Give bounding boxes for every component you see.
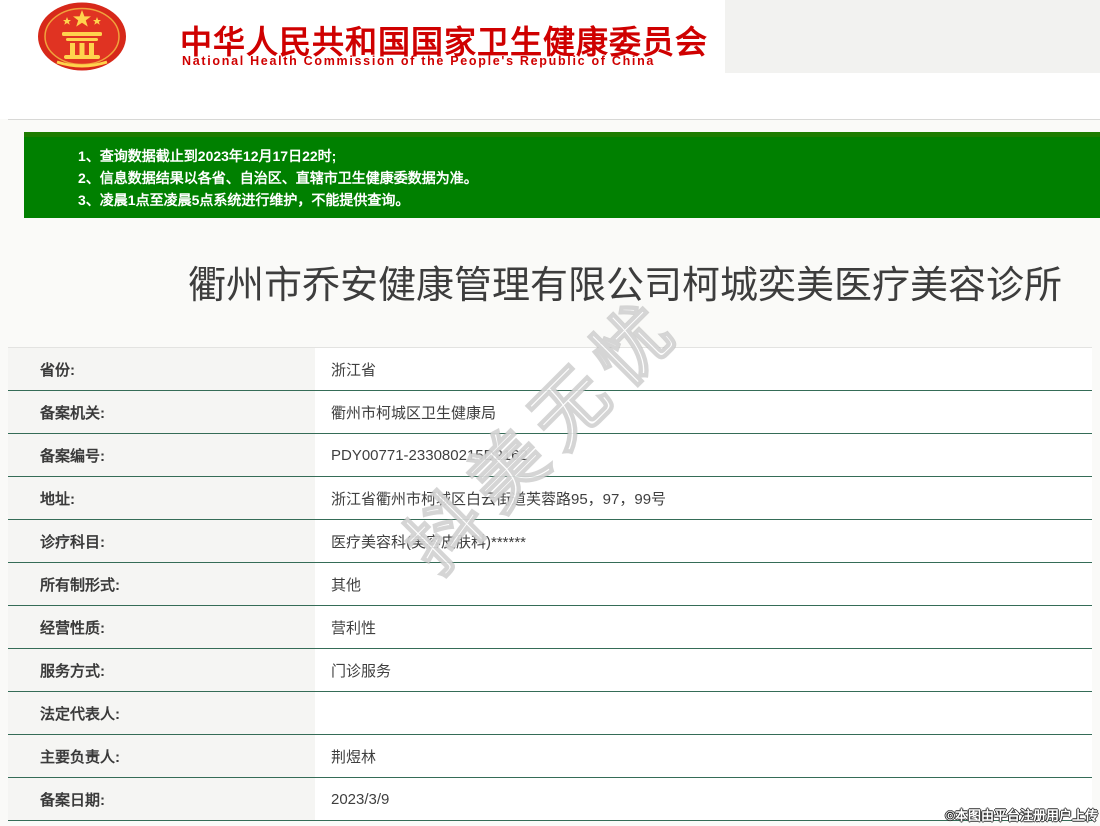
field-label: 省份: [8, 348, 315, 390]
page: 中华人民共和国国家卫生健康委员会 National Health Commiss… [0, 0, 1100, 826]
field-value: 门诊服务 [315, 649, 1092, 691]
field-label: 法定代表人: [8, 692, 315, 734]
table-row: 所有制形式: 其他 [8, 563, 1092, 606]
field-value: 浙江省 [315, 348, 1092, 390]
field-label: 所有制形式: [8, 563, 315, 605]
photo-credit-watermark: ©本图由平台注册用户上传 [945, 808, 1098, 823]
field-value: 其他 [315, 563, 1092, 605]
field-value: 医疗美容科(美容皮肤科)****** [315, 520, 1092, 562]
field-label: 备案日期: [8, 778, 315, 820]
field-label: 地址: [8, 477, 315, 519]
org-name-english: National Health Commission of the People… [182, 54, 656, 68]
field-label: 主要负责人: [8, 735, 315, 777]
header-divider [8, 119, 1100, 120]
field-value: 营利性 [315, 606, 1092, 648]
site-logo: 中华人民共和国国家卫生健康委员会 National Health Commiss… [0, 0, 725, 73]
field-value: PDY00771-233080215D2162 [315, 434, 1092, 476]
site-header: 中华人民共和国国家卫生健康委员会 National Health Commiss… [0, 0, 1100, 119]
institution-title: 衢州市乔安健康管理有限公司柯城奕美医疗美容诊所 [187, 265, 1062, 307]
notice-banner: 1、查询数据截止到2023年12月17日22时; 2、信息数据结果以各省、自治区… [24, 132, 1100, 218]
table-row: 备案机关: 衢州市柯城区卫生健康局 [8, 391, 1092, 434]
field-label: 备案编号: [8, 434, 315, 476]
field-value [315, 692, 1092, 734]
field-value: 荆煜林 [315, 735, 1092, 777]
notice-line-1: 1、查询数据截止到2023年12月17日22时; [78, 148, 337, 164]
table-row: 备案日期: 2023/3/9 [8, 778, 1092, 821]
table-row: 主要负责人: 荆煜林 [8, 735, 1092, 778]
notice-line-2: 2、信息数据结果以各省、自治区、直辖市卫生健康委数据为准。 [78, 170, 478, 186]
field-value: 衢州市柯城区卫生健康局 [315, 391, 1092, 433]
table-row: 省份: 浙江省 [8, 348, 1092, 391]
field-label: 服务方式: [8, 649, 315, 691]
china-national-emblem-icon [38, 2, 126, 71]
institution-detail-table: 省份: 浙江省 备案机关: 衢州市柯城区卫生健康局 备案编号: PDY00771… [8, 347, 1092, 821]
field-label: 备案机关: [8, 391, 315, 433]
notice-line-3: 3、凌晨1点至凌晨5点系统进行维护，不能提供查询。 [78, 192, 410, 208]
table-row: 法定代表人: [8, 692, 1092, 735]
table-row: 服务方式: 门诊服务 [8, 649, 1092, 692]
field-label: 诊疗科目: [8, 520, 315, 562]
table-row: 备案编号: PDY00771-233080215D2162 [8, 434, 1092, 477]
table-row: 地址: 浙江省衢州市柯城区白云街道芙蓉路95，97，99号 [8, 477, 1092, 520]
field-value: 浙江省衢州市柯城区白云街道芙蓉路95，97，99号 [315, 477, 1092, 519]
table-row: 经营性质: 营利性 [8, 606, 1092, 649]
header-background-strip [725, 0, 1100, 73]
table-row: 诊疗科目: 医疗美容科(美容皮肤科)****** [8, 520, 1092, 563]
field-label: 经营性质: [8, 606, 315, 648]
